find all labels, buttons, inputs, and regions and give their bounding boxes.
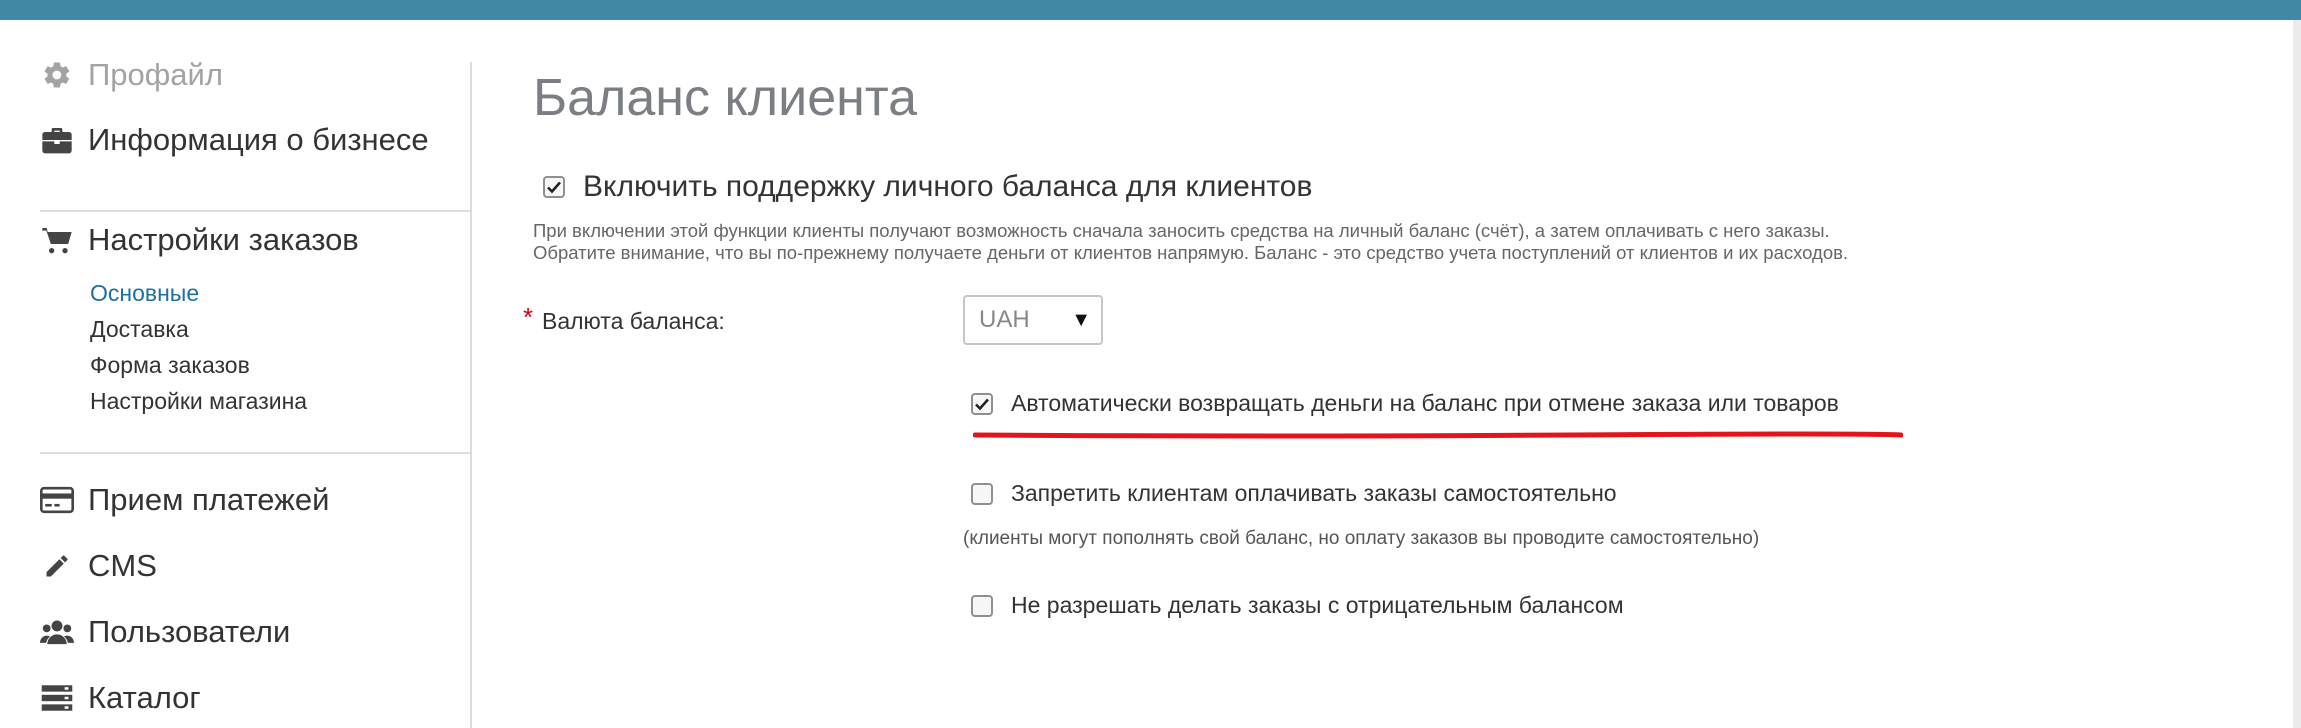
- help-line-1: При включении этой функции клиенты получ…: [533, 220, 1830, 241]
- page-title: Баланс клиента: [533, 69, 917, 127]
- sidebar-subitem-order-form[interactable]: Форма заказов: [90, 352, 250, 379]
- top-bar: [0, 0, 2301, 20]
- sidebar-item-cms[interactable]: CMS: [40, 548, 157, 584]
- main-content: Баланс клиента Включить поддержку личног…: [523, 20, 2273, 728]
- enable-balance-checkbox[interactable]: [543, 176, 565, 198]
- sidebar-item-label: Профайл: [88, 57, 223, 92]
- forbid-self-pay-label: Запретить клиентам оплачивать заказы сам…: [1011, 480, 1617, 506]
- sidebar-item-label: CMS: [88, 548, 157, 583]
- sidebar-item-profile[interactable]: Профайл: [40, 57, 223, 93]
- forbid-self-pay-row[interactable]: Запретить клиентам оплачивать заказы сам…: [971, 480, 1617, 507]
- auto-refund-row[interactable]: Автоматически возвращать деньги на балан…: [971, 390, 1839, 417]
- pencil-icon: [40, 549, 74, 583]
- briefcase-icon: [40, 123, 74, 157]
- catalog-icon: [40, 681, 74, 715]
- gear-icon: [40, 58, 74, 92]
- checkmark-icon: [975, 398, 989, 410]
- sidebar-item-payments[interactable]: Прием платежей: [40, 482, 329, 518]
- forbid-self-pay-note: (клиенты могут пополнять свой баланс, но…: [963, 528, 1760, 549]
- sidebar-item-orders[interactable]: Настройки заказов: [40, 222, 359, 258]
- sidebar-subitem-store-settings[interactable]: Настройки магазина: [90, 388, 307, 415]
- balance-help-text: При включении этой функции клиенты получ…: [533, 220, 1848, 264]
- sidebar-item-label: Прием платежей: [88, 482, 330, 517]
- checkmark-icon: [547, 181, 561, 194]
- no-negative-balance-row[interactable]: Не разрешать делать заказы с отрицательн…: [971, 592, 1624, 619]
- sidebar-item-catalog[interactable]: Каталог: [40, 680, 201, 716]
- no-negative-balance-label: Не разрешать делать заказы с отрицательн…: [1011, 592, 1624, 618]
- sidebar: Профайл Информация о бизнесе Настройки з…: [0, 20, 480, 728]
- credit-card-icon: [40, 483, 74, 517]
- sidebar-item-users[interactable]: Пользователи: [40, 614, 290, 650]
- sidebar-subitem-basic[interactable]: Основные: [90, 280, 199, 307]
- auto-refund-label: Автоматически возвращать деньги на балан…: [1011, 390, 1839, 416]
- no-negative-balance-checkbox[interactable]: [971, 594, 993, 617]
- cart-icon: [40, 223, 74, 257]
- dropdown-arrow-icon: ▼: [1071, 309, 1091, 331]
- sidebar-item-label: Каталог: [88, 680, 201, 715]
- users-icon: [40, 615, 74, 649]
- help-line-2: Обратите внимание, что вы по-прежнему по…: [533, 242, 1849, 263]
- currency-select[interactable]: UAH ▼: [963, 295, 1103, 345]
- currency-select-value: UAH: [979, 306, 1030, 333]
- currency-label: Валюта баланса:: [542, 308, 725, 334]
- settings-panel: Профайл Информация о бизнесе Настройки з…: [0, 20, 2293, 728]
- enable-balance-label: Включить поддержку личного баланса для к…: [583, 170, 1313, 203]
- sidebar-item-business[interactable]: Информация о бизнесе: [40, 122, 429, 158]
- sidebar-subitem-delivery[interactable]: Доставка: [90, 316, 189, 343]
- annotation-underline: [973, 431, 1903, 439]
- forbid-self-pay-checkbox[interactable]: [971, 482, 993, 505]
- sidebar-item-label: Пользователи: [88, 614, 291, 649]
- sidebar-item-label: Настройки заказов: [88, 222, 359, 257]
- required-mark: *: [523, 302, 534, 332]
- auto-refund-checkbox[interactable]: [971, 392, 993, 415]
- enable-balance-row[interactable]: Включить поддержку личного баланса для к…: [543, 170, 1312, 204]
- sidebar-item-label: Информация о бизнесе: [88, 122, 429, 157]
